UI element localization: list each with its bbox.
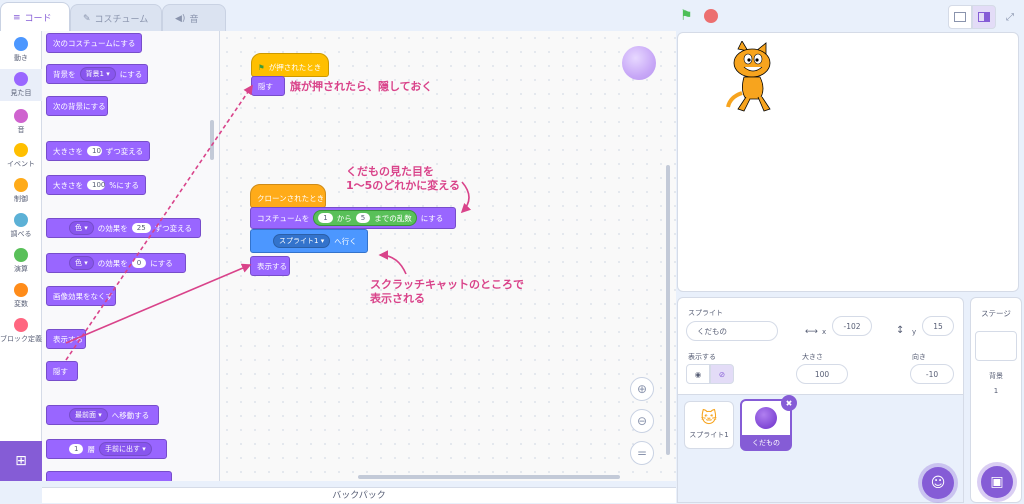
stage-panel-title: ステージ	[981, 309, 1011, 318]
stage-selector-panel[interactable]: ステージ 背景 1 ▣	[970, 297, 1022, 503]
image-add-icon: ▣	[990, 474, 1004, 490]
backdrop-count: 1	[993, 387, 999, 395]
arrow-show	[65, 263, 252, 344]
sprite-thumb-1[interactable]: 🐱 スプライト1	[684, 401, 734, 449]
stop-button[interactable]	[704, 9, 718, 23]
sprite-name-field[interactable]: くだもの	[686, 321, 778, 341]
fullscreen-button[interactable]: ⤢	[998, 5, 1022, 29]
size-field[interactable]: 100	[796, 364, 848, 384]
show-hidden-button[interactable]: ⊘	[710, 364, 734, 384]
sprite-thumb-label: スプライト1	[689, 431, 729, 439]
choose-backdrop-button[interactable]: ▣	[981, 466, 1013, 498]
sprite-list: 🐱 スプライト1 くだもの ✖ ☺	[677, 395, 964, 503]
delete-sprite-button[interactable]: ✖	[781, 395, 797, 411]
scratch-cat-sprite	[726, 41, 771, 112]
choose-sprite-button[interactable]: ☺	[922, 467, 954, 499]
y-label: y	[912, 328, 917, 336]
annotation-arrows	[65, 84, 472, 361]
small-stage-button[interactable]	[948, 5, 972, 29]
cat-add-icon: ☺	[930, 475, 946, 491]
show-label: 表示する	[688, 353, 716, 361]
arrow-goto	[378, 250, 407, 275]
x-label: x	[822, 328, 827, 336]
large-stage-button[interactable]	[972, 5, 996, 29]
backdrop-label: 背景	[989, 372, 1003, 380]
sprite-thumb-label: くだもの	[752, 439, 780, 447]
y-arrows-icon: ↕	[896, 325, 905, 336]
trash-icon: ✖	[785, 398, 793, 408]
eye-slash-icon: ⊘	[718, 369, 726, 379]
size-label: 大きさ	[802, 353, 823, 361]
fruit-ball-icon	[755, 407, 777, 429]
green-flag-button[interactable]: ⚑	[680, 8, 693, 24]
y-position-field[interactable]: 15	[922, 316, 954, 336]
stage-thumbnail[interactable]	[975, 331, 1017, 361]
cat-thumb-icon: 🐱	[700, 408, 718, 427]
show-visible-button[interactable]: ◉	[686, 364, 710, 384]
dashed-arrow-hide	[65, 84, 253, 361]
arrow-costume	[460, 181, 472, 214]
fullscreen-icon: ⤢	[1006, 11, 1014, 23]
backpack-bar[interactable]: バックパック	[42, 487, 676, 503]
stage-canvas[interactable]	[677, 32, 1019, 292]
sprite-label: スプライト	[688, 309, 723, 317]
sprite-info-panel: スプライト くだもの ⟷ x -102 ↕ y 15 表示する ◉ ⊘ 大きさ …	[677, 297, 964, 395]
x-position-field[interactable]: -102	[832, 316, 872, 336]
large-stage-icon	[978, 12, 990, 22]
x-arrows-icon: ⟷	[805, 327, 818, 337]
small-stage-icon	[954, 12, 966, 22]
direction-label: 向き	[912, 353, 926, 361]
direction-field[interactable]: -10	[910, 364, 954, 384]
green-flag-icon: ⚑	[680, 8, 693, 24]
eye-icon: ◉	[694, 369, 702, 379]
